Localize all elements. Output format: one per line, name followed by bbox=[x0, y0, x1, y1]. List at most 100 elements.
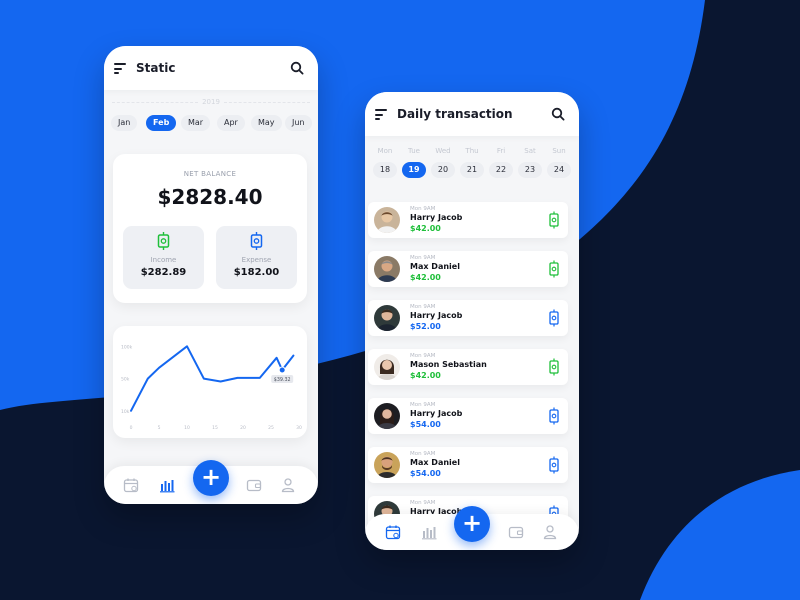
x-tick-label: 20 bbox=[240, 425, 246, 431]
transactions-phone: Daily transaction Mon Tue Wed Thu Fri Sa… bbox=[365, 92, 579, 550]
month-may[interactable]: May bbox=[251, 115, 282, 131]
x-tick-label: 10 bbox=[184, 425, 190, 431]
avatar bbox=[374, 452, 400, 478]
income-card[interactable]: Income $282.89 bbox=[123, 226, 204, 289]
income-label: Income bbox=[150, 256, 177, 264]
month-mar[interactable]: Mar bbox=[181, 115, 211, 131]
user-icon[interactable] bbox=[280, 477, 296, 493]
day-19[interactable]: 19 bbox=[402, 162, 426, 178]
money-in-icon bbox=[549, 358, 559, 376]
y-tick-label: 100k bbox=[121, 344, 133, 350]
divider bbox=[224, 102, 310, 103]
transactions-header: Daily transaction bbox=[365, 92, 579, 136]
transaction-amount: $52.00 bbox=[410, 322, 441, 331]
money-in-icon bbox=[549, 260, 559, 278]
line-chart-card: 10k 50k 100k 0 5 10 15 20 25 30 $39.32 bbox=[113, 326, 307, 438]
transaction-time: Mon 9AM bbox=[410, 500, 436, 506]
avatar bbox=[374, 354, 400, 380]
avatar bbox=[374, 207, 400, 233]
highlight-point bbox=[278, 366, 286, 374]
add-button[interactable]: + bbox=[454, 506, 490, 542]
month-apr[interactable]: Apr bbox=[217, 115, 245, 131]
money-out-icon bbox=[250, 232, 263, 250]
net-balance-value: $2828.40 bbox=[157, 185, 263, 209]
x-tick-label: 5 bbox=[158, 425, 161, 431]
money-in-icon bbox=[157, 232, 170, 250]
x-tick-label: 15 bbox=[212, 425, 218, 431]
day-22[interactable]: 22 bbox=[489, 162, 513, 178]
weekday-label: Thu bbox=[465, 147, 479, 155]
calendar-icon[interactable] bbox=[123, 477, 139, 493]
weekday-label: Fri bbox=[496, 147, 506, 155]
transaction-amount: $42.00 bbox=[410, 273, 441, 282]
chart-bars-icon[interactable] bbox=[421, 524, 437, 540]
transaction-time: Mon 9AM bbox=[410, 255, 436, 261]
y-tick-label: 50k bbox=[121, 377, 130, 383]
avatar bbox=[374, 403, 400, 429]
transaction-row[interactable]: Mon 9AM Harry Jacob $54.00 bbox=[368, 398, 568, 434]
day-selector: 18 19 20 21 22 23 24 bbox=[373, 162, 573, 178]
avatar bbox=[374, 305, 400, 331]
transaction-name: Mason Sebastian bbox=[410, 360, 487, 369]
avatar bbox=[374, 256, 400, 282]
line-chart: 10k 50k 100k 0 5 10 15 20 25 30 $39.32 bbox=[121, 344, 302, 431]
transaction-row[interactable]: Mon 9AM Max Daniel $42.00 bbox=[368, 251, 568, 287]
transaction-amount: $42.00 bbox=[410, 224, 441, 233]
x-tick-label: 0 bbox=[130, 425, 133, 431]
transaction-time: Mon 9AM bbox=[410, 304, 436, 310]
add-button[interactable]: + bbox=[193, 460, 229, 496]
x-tick-label: 30 bbox=[296, 425, 302, 431]
y-tick-label: 10k bbox=[121, 409, 130, 415]
transaction-amount: $42.00 bbox=[410, 371, 441, 380]
statistics-header: Static bbox=[104, 46, 318, 90]
day-21[interactable]: 21 bbox=[460, 162, 484, 178]
statistics-phone: Static 2019 Jan Feb Mar Apr May Jun NET … bbox=[104, 46, 318, 504]
highlight-label: $39.32 bbox=[274, 377, 291, 383]
search-icon[interactable] bbox=[290, 61, 304, 75]
money-out-icon bbox=[549, 407, 559, 425]
user-icon[interactable] bbox=[542, 524, 558, 540]
x-tick-label: 25 bbox=[268, 425, 274, 431]
transaction-amount: $54.00 bbox=[410, 420, 441, 429]
weekday-label: Sun bbox=[552, 147, 566, 155]
month-jun[interactable]: Jun bbox=[285, 115, 312, 131]
wallet-icon[interactable] bbox=[508, 524, 524, 540]
weekday-label: Mon bbox=[377, 147, 393, 155]
transaction-row[interactable]: Mon 9AM Harry Jacob $52.00 bbox=[368, 300, 568, 336]
income-value: $282.89 bbox=[140, 267, 187, 278]
expense-card[interactable]: Expense $182.00 bbox=[216, 226, 297, 289]
background-blue-corner bbox=[640, 470, 800, 600]
calendar-icon[interactable] bbox=[385, 524, 401, 540]
expense-label: Expense bbox=[241, 256, 272, 264]
day-24[interactable]: 24 bbox=[547, 162, 571, 178]
weekday-label: Tue bbox=[408, 147, 420, 155]
weekday-label: Sat bbox=[524, 147, 536, 155]
money-out-icon bbox=[549, 309, 559, 327]
month-feb[interactable]: Feb bbox=[146, 115, 177, 131]
net-balance-card: NET BALANCE $2828.40 Income $282.89 Expe… bbox=[113, 154, 307, 303]
transaction-name: Harry Jacob bbox=[410, 409, 463, 418]
money-in-icon bbox=[549, 211, 559, 229]
chart-bars-icon[interactable] bbox=[159, 477, 175, 493]
search-icon[interactable] bbox=[551, 107, 565, 121]
day-18[interactable]: 18 bbox=[373, 162, 397, 178]
transaction-row[interactable]: Mon 9AM Max Daniel $54.00 bbox=[368, 447, 568, 483]
expense-value: $182.00 bbox=[233, 267, 280, 278]
transaction-row[interactable]: Mon 9AM Harry Jacob $42.00 bbox=[368, 202, 568, 238]
transaction-amount: $54.00 bbox=[410, 469, 441, 478]
transaction-time: Mon 9AM bbox=[410, 402, 436, 408]
transaction-name: Max Daniel bbox=[410, 458, 460, 467]
wallet-icon[interactable] bbox=[246, 477, 262, 493]
month-selector: Jan Feb Mar Apr May Jun bbox=[111, 115, 315, 131]
page-title: Static bbox=[136, 61, 176, 75]
menu-icon[interactable] bbox=[114, 63, 126, 74]
transaction-row[interactable]: Mon 9AM Mason Sebastian $42.00 bbox=[368, 349, 568, 385]
day-23[interactable]: 23 bbox=[518, 162, 542, 178]
page-title: Daily transaction bbox=[397, 107, 513, 121]
month-jan[interactable]: Jan bbox=[111, 115, 138, 131]
day-20[interactable]: 20 bbox=[431, 162, 455, 178]
transaction-name: Harry Jacob bbox=[410, 213, 463, 222]
menu-icon[interactable] bbox=[375, 109, 387, 120]
net-balance-label: NET BALANCE bbox=[183, 170, 237, 178]
series-line bbox=[130, 345, 295, 412]
